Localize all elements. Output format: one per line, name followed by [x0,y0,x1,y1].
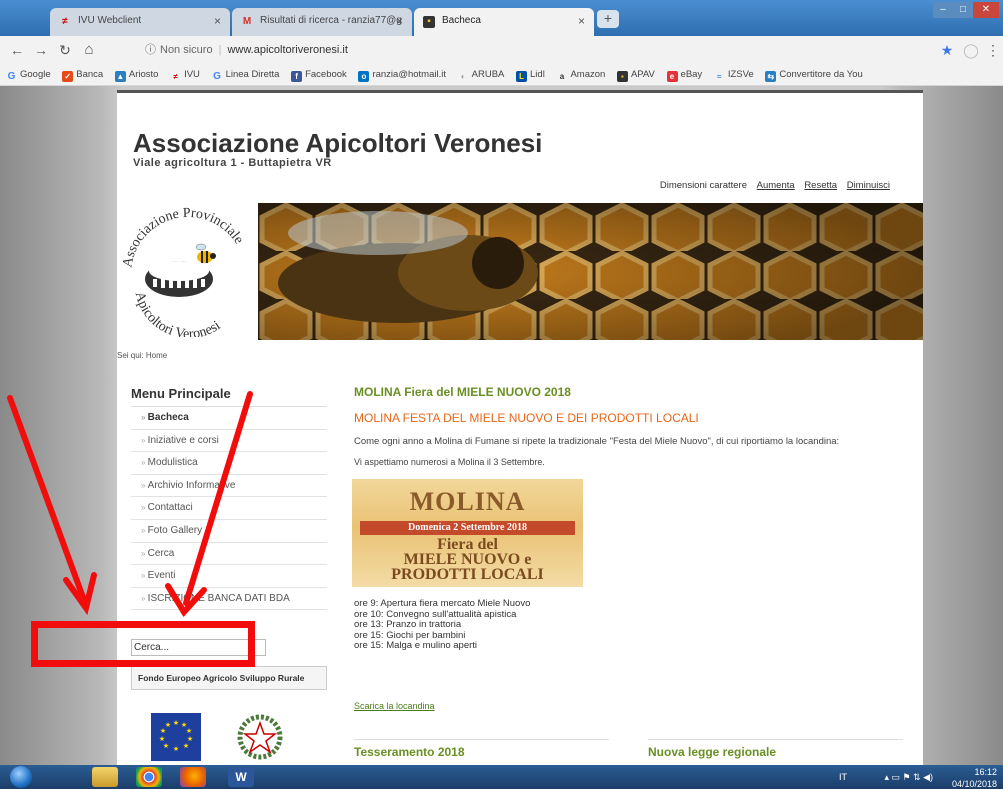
clock-date: 04/10/2018 [951,779,997,789]
system-tray: IT ▴ ▭ ⚑ ⇅ ◀) 16:12 04/10/2018 [839,765,997,789]
red-arrow-annotation [7,391,253,617]
language-indicator[interactable]: IT [839,771,847,783]
clock[interactable]: 16:12 04/10/2018 [952,765,997,789]
firefox-icon[interactable] [180,767,206,787]
start-button[interactable] [10,766,32,788]
windows-taskbar: W IT ▴ ▭ ⚑ ⇅ ◀) 16:12 04/10/2018 [0,765,1003,789]
clock-time: 16:12 [974,767,997,777]
tray-icons[interactable]: ▴ ▭ ⚑ ⇅ ◀) [884,771,933,783]
word-icon[interactable]: W [228,767,254,787]
red-highlight-box [31,621,255,667]
chrome-icon[interactable] [136,767,162,787]
file-explorer-icon[interactable] [92,767,118,787]
